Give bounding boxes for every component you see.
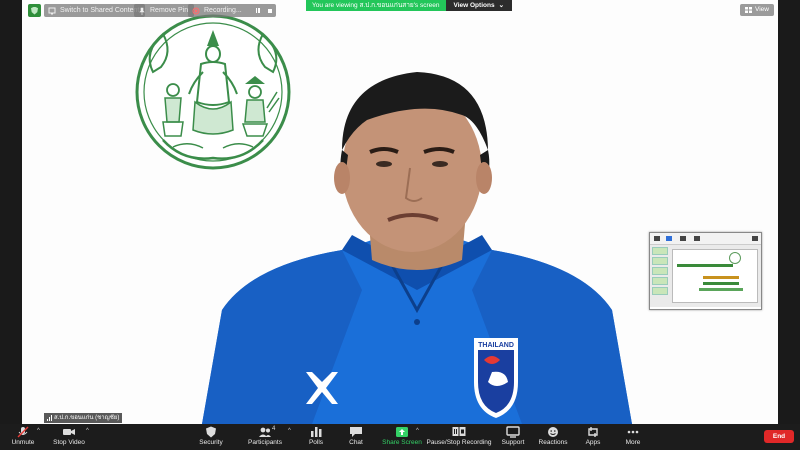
participant-name-tag: ส.ป.ก.ขอนแก่น (ชาญชัย) <box>44 413 123 423</box>
pause-stop-recording-button[interactable]: Pause/Stop Recording <box>426 424 492 450</box>
encryption-shield-icon[interactable] <box>28 4 41 17</box>
grid-view-icon <box>745 7 753 13</box>
video-options-chevron-icon[interactable]: ^ <box>86 428 89 434</box>
participants-button[interactable]: 4 Participants <box>246 424 284 450</box>
slide-preview <box>672 249 758 303</box>
pause-stop-icon <box>452 427 466 436</box>
unmute-label: Unmute <box>11 439 35 446</box>
apps-button[interactable]: Apps <box>582 424 604 450</box>
chat-button[interactable]: Chat <box>344 424 368 450</box>
switch-label: Switch to Shared Content <box>60 7 140 14</box>
view-options-label: View Options <box>453 2 495 9</box>
recording-label: Recording... <box>204 7 242 14</box>
audio-options-chevron-icon[interactable]: ^ <box>37 428 40 434</box>
presenter-video: THAILAND <box>202 72 632 424</box>
thumbnail-toolbar <box>650 233 761 245</box>
viewing-text: You are viewing ส.ป.ก.ขอนแก่นสาย's scree… <box>306 0 446 11</box>
support-button[interactable]: Support <box>500 424 526 450</box>
switch-to-shared-content-button[interactable]: Switch to Shared Content <box>44 4 146 17</box>
support-icon <box>506 426 520 438</box>
shield-icon <box>206 426 216 438</box>
record-icon <box>192 7 200 14</box>
shared-screen-thumbnail[interactable] <box>649 232 762 310</box>
jersey-text: THAILAND <box>478 342 514 349</box>
view-options-button[interactable]: View Options ⌄ <box>445 0 513 11</box>
thumbnail-content <box>650 245 761 307</box>
participants-chevron-icon[interactable]: ^ <box>288 428 291 434</box>
more-button[interactable]: More <box>622 424 644 450</box>
recording-indicator: Recording... <box>188 4 276 17</box>
more-dots-icon <box>627 430 639 434</box>
shared-video-area: THAILAND ส.ป.ก.ขอนแก่น (ชาญชัย) <box>22 0 778 424</box>
switch-icon <box>48 7 56 14</box>
support-label: Support <box>501 439 525 446</box>
pause-stop-recording-label: Pause/Stop Recording <box>426 439 492 446</box>
polls-label: Polls <box>308 439 324 446</box>
view-label: View <box>755 6 769 13</box>
mic-muted-icon <box>17 426 29 438</box>
polls-icon <box>311 427 322 437</box>
share-options-chevron-icon[interactable]: ^ <box>416 428 419 434</box>
participants-count: 4 <box>272 426 276 432</box>
chat-label: Chat <box>349 439 363 446</box>
jersey-crest <box>474 338 518 418</box>
more-label: More <box>625 439 641 446</box>
participant-name: ส.ป.ก.ขอนแก่น (ชาญชัย) <box>54 415 120 421</box>
stop-video-label: Stop Video <box>53 439 85 446</box>
slide-thumbnails <box>652 247 668 305</box>
viewing-banner: You are viewing ส.ป.ก.ขอนแก่นสาย's scree… <box>306 0 513 11</box>
unmute-button[interactable]: Unmute <box>10 424 36 450</box>
share-screen-label: Share Screen <box>382 439 422 446</box>
reactions-label: Reactions <box>538 439 568 446</box>
reactions-button[interactable]: Reactions <box>538 424 568 450</box>
apps-icon <box>588 427 598 437</box>
apps-label: Apps <box>585 439 601 446</box>
chat-icon <box>350 427 362 437</box>
security-button[interactable]: Security <box>196 424 226 450</box>
share-screen-icon <box>396 427 408 437</box>
meeting-toolbar: Unmute ^ Stop Video ^ Security 4 Partici… <box>0 424 800 450</box>
participants-icon: 4 <box>258 426 276 438</box>
signal-icon <box>47 415 52 421</box>
zoom-window: THAILAND ส.ป.ก.ขอนแก่น (ชาญชัย) Switch t… <box>0 0 800 450</box>
polls-button[interactable]: Polls <box>304 424 328 450</box>
pause-recording-icon[interactable] <box>254 7 262 15</box>
remove-pin-button[interactable]: Remove Pin <box>134 4 195 17</box>
reactions-smiley-icon <box>548 427 558 437</box>
stop-video-button[interactable]: Stop Video <box>50 424 88 450</box>
security-label: Security <box>199 439 223 446</box>
stop-recording-icon[interactable] <box>266 7 274 15</box>
pin-icon <box>139 7 145 15</box>
remove-pin-label: Remove Pin <box>150 7 189 14</box>
end-meeting-button[interactable]: End <box>764 430 794 443</box>
chevron-down-icon: ⌄ <box>498 2 505 9</box>
video-camera-icon <box>63 429 75 435</box>
participants-label: Participants <box>248 439 282 446</box>
view-button[interactable]: View <box>740 4 774 16</box>
